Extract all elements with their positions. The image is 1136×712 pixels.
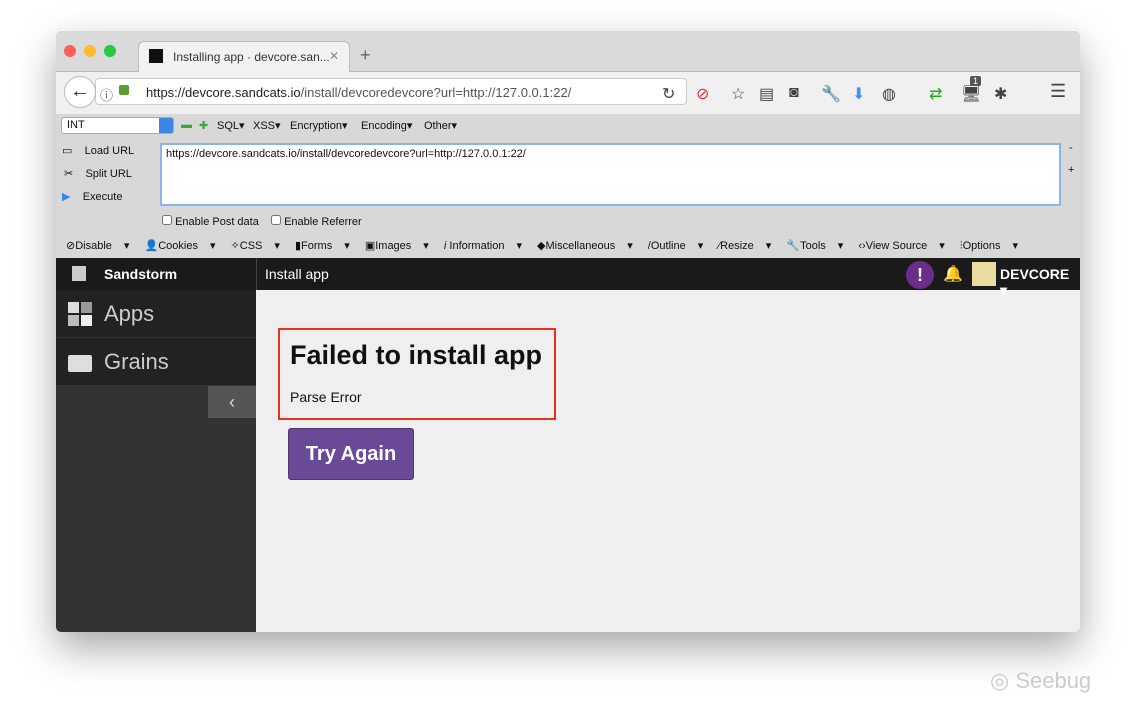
bookmark-star-icon[interactable]: ☆ (731, 84, 745, 104)
menu-other[interactable]: Other▾ (424, 119, 457, 132)
reading-list-icon[interactable]: ▤ (759, 84, 774, 104)
page-title: Install app (265, 266, 329, 282)
wd-cookies[interactable]: 👤Cookies ▾ (145, 240, 216, 252)
info-icon[interactable]: ⓘ (100, 85, 113, 104)
minus-icon[interactable]: ▬ (181, 119, 192, 131)
bug-icon[interactable]: ✱ (994, 84, 1007, 104)
wd-miscellaneous[interactable]: ◆Miscellaneous ▾ (537, 240, 633, 252)
wd-outline[interactable]: /Outline ▾ (648, 240, 703, 252)
wd-information[interactable]: i Information ▾ (444, 240, 522, 252)
sandstorm-favicon-icon (149, 49, 163, 63)
wd-css[interactable]: ✧CSS ▾ (231, 240, 280, 252)
hamburger-menu-icon[interactable]: ☰ (1050, 81, 1066, 102)
wd-images[interactable]: ▣Images ▾ (365, 240, 429, 252)
sandstorm-logo-icon (72, 266, 86, 281)
nav-bar: https://devcore.sandcats.io/install/devc… (56, 72, 1080, 114)
web-developer-toolbar: ⊘Disable ▾ 👤Cookies ▾ ✧CSS ▾ ▮Forms ▾ ▣Image… (56, 236, 1080, 258)
error-message: Parse Error (290, 389, 362, 405)
back-button[interactable]: ← (64, 76, 96, 108)
wd-view-source[interactable]: ‹›View Source ▾ (858, 240, 944, 252)
wd-disable[interactable]: ⊘Disable ▾ (66, 240, 129, 252)
url-textarea[interactable]: https://devcore.sandcats.io/install/devc… (160, 143, 1061, 206)
user-menu[interactable]: DEVCORE ▾ (1000, 266, 1080, 299)
wrench-icon[interactable]: 🔧 (821, 84, 841, 104)
pocket-icon[interactable]: ◙ (789, 84, 799, 102)
folder-icon (68, 355, 92, 372)
alert-icon[interactable]: ! (906, 261, 934, 289)
sidebar: Apps Grains ‹ (56, 290, 256, 632)
wd-resize[interactable]: ⁄Resize ▾ (718, 240, 771, 252)
collapse-sidebar-button[interactable]: ‹ (208, 386, 256, 418)
error-box: Failed to install app Parse Error (278, 328, 556, 420)
execute-button[interactable]: ▶ Execute (62, 190, 122, 203)
menu-xss[interactable]: XSS▾ (253, 119, 281, 132)
menu-sql[interactable]: SQL▾ (217, 119, 245, 132)
enable-referrer-checkbox[interactable]: Enable Referrer (271, 215, 362, 228)
plus-icon[interactable]: ✚ (199, 119, 208, 132)
zoom-window-button[interactable] (104, 45, 116, 57)
minimize-window-button[interactable] (84, 45, 96, 57)
shrink-button[interactable]: - (1069, 142, 1073, 154)
grow-button[interactable]: + (1068, 164, 1074, 176)
encoding-select[interactable]: INT (61, 117, 174, 134)
split-url-button[interactable]: ✂ Split URL (64, 167, 132, 180)
menu-encryption[interactable]: Encryption▾ (290, 119, 348, 132)
close-window-button[interactable] (64, 45, 76, 57)
seebug-watermark: ◎ Seebug (990, 668, 1092, 693)
menu-encoding[interactable]: Encoding▾ (361, 119, 412, 132)
avatar[interactable] (972, 262, 996, 286)
apps-icon (68, 302, 92, 326)
tab-active[interactable]: Installing app · devcore.san... ✕ (138, 41, 350, 73)
reload-icon[interactable]: ↻ (662, 84, 675, 104)
wd-forms[interactable]: ▮Forms ▾ (295, 240, 350, 252)
enable-post-checkbox[interactable]: Enable Post data (162, 215, 259, 228)
lock-icon (119, 85, 129, 95)
load-url-button[interactable]: ▭ Load URL (62, 144, 134, 157)
download-icon[interactable]: ⬇ (852, 84, 865, 104)
wd-tools[interactable]: 🔧Tools ▾ (786, 240, 843, 252)
tab-title: Installing app · devcore.san... (173, 50, 330, 64)
error-title: Failed to install app (290, 340, 543, 370)
bell-icon[interactable]: 🔔 (943, 264, 963, 284)
top-bar: Sandstorm Install app ! 🔔 DEVCORE ▾ (56, 258, 1080, 298)
cookie-icon[interactable]: ◍ (882, 84, 896, 104)
browser-window: Installing app · devcore.san... ✕ + http… (56, 31, 1080, 632)
sandstorm-app: Sandstorm Install app ! 🔔 DEVCORE ▾ Apps… (56, 258, 1080, 632)
hackbar: INT ▬ ✚ SQL▾ XSS▾ Encryption▾ Encoding▾ … (56, 114, 1080, 236)
new-tab-button[interactable]: + (360, 45, 371, 66)
sidebar-item-grains[interactable]: Grains (56, 338, 256, 386)
network-icon[interactable]: 🖥 (961, 84, 981, 104)
close-tab-icon[interactable]: ✕ (329, 49, 339, 63)
sidebar-item-apps[interactable]: Apps (56, 290, 256, 338)
brand-link[interactable]: Sandstorm (104, 266, 177, 282)
notification-badge: 1 (970, 76, 982, 86)
blocked-addon-icon[interactable]: ⊘ (696, 84, 709, 104)
try-again-button[interactable]: Try Again (288, 428, 414, 480)
url-bar[interactable]: https://devcore.sandcats.io/install/devc… (95, 78, 687, 105)
tab-strip: Installing app · devcore.san... ✕ + (56, 31, 1080, 73)
wd-options[interactable]: ⫶Options ▾ (960, 240, 1018, 252)
switch-proxy-icon[interactable]: ⇄ (929, 84, 942, 104)
